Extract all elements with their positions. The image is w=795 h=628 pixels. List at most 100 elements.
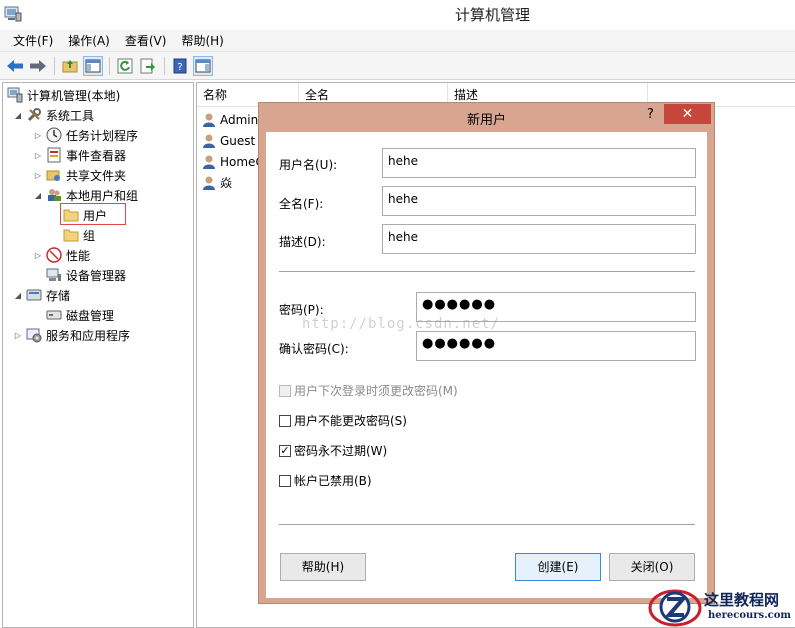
must-change-password-checkbox[interactable]: 用户下次登录时须更改密码(M) [279, 382, 458, 399]
toolbar-separator [164, 56, 165, 75]
tree-item-computer-management[interactable]: 计算机管理(本地) [7, 85, 120, 105]
show-hide-console-tree-button[interactable] [83, 55, 103, 76]
collapsed-arrow-icon[interactable]: ▷ [33, 151, 43, 160]
help-button[interactable]: 帮助(H) [280, 553, 366, 581]
account-disabled-checkbox[interactable]: 帐户已禁用(B) [279, 472, 372, 489]
fullname-label: 全名(F): [279, 197, 324, 211]
menu-file[interactable]: 文件(F) [6, 32, 61, 49]
refresh-button[interactable] [115, 56, 135, 76]
dialog-title: 新用户 [466, 113, 506, 128]
tree-label: 共享文件夹 [66, 168, 127, 183]
fullname-field[interactable]: hehe [382, 186, 696, 216]
dialog-body: 用户名(U): hehe 全名(F): hehe 描述(D): hehe 密码(… [266, 132, 707, 598]
site-logo: 这里教程网 herecours.com [646, 585, 795, 628]
back-arrow-icon [7, 59, 23, 72]
collapsed-arrow-icon[interactable]: ▷ [33, 251, 43, 260]
list-item-name: Guest [220, 133, 256, 148]
tree-label: 计算机管理(本地) [27, 88, 121, 103]
divider [279, 524, 695, 525]
password-never-expires-checkbox[interactable]: ✓ 密码永不过期(W) [279, 442, 387, 459]
shared-folder-icon [46, 170, 60, 181]
show-hide-action-pane-button[interactable] [193, 55, 213, 76]
z-logo-icon [648, 589, 702, 627]
confirm-password-field[interactable]: ●●●●●● [416, 331, 696, 361]
action-pane-icon [195, 59, 211, 72]
user-icon [203, 176, 215, 190]
help-button[interactable]: ? [170, 56, 190, 76]
forward-button[interactable] [28, 56, 48, 76]
dialog-close-button[interactable]: ✕ [664, 104, 711, 124]
create-button[interactable]: 创建(E) [515, 553, 601, 581]
console-tree-icon [85, 59, 101, 72]
tree-label: 任务计划程序 [66, 128, 139, 143]
menu-view[interactable]: 查看(V) [118, 32, 175, 49]
tree-item-services-apps[interactable]: ▷ 服务和应用程序 [13, 325, 130, 345]
description-label: 描述(D): [279, 235, 326, 249]
logo-url: herecours.com [708, 610, 792, 621]
username-field[interactable]: hehe [382, 148, 696, 178]
checkbox-box [279, 474, 291, 487]
expanded-arrow-icon[interactable]: ◢ [13, 291, 23, 300]
list-item-name: 焱 [220, 176, 233, 190]
tree-label: 性能 [66, 248, 91, 263]
user-icon [203, 113, 215, 127]
expanded-arrow-icon[interactable]: ◢ [13, 111, 23, 120]
checkbox-label: 用户不能更改密码(S) [294, 414, 407, 428]
forward-arrow-icon [30, 59, 46, 72]
confirm-password-label: 确认密码(C): [279, 342, 349, 356]
checkbox-label: 用户下次登录时须更改密码(M) [294, 384, 458, 398]
list-item[interactable]: Guest [201, 130, 255, 151]
divider [279, 271, 695, 272]
device-manager-icon [46, 268, 61, 281]
toolbar: ? [0, 52, 795, 80]
logo-text: 这里教程网 [704, 591, 780, 609]
collapsed-arrow-icon[interactable]: ▷ [33, 171, 43, 180]
toolbar-separator [109, 56, 110, 75]
tree-label: 服务和应用程序 [46, 328, 131, 343]
menu-action[interactable]: 操作(A) [61, 32, 118, 49]
event-viewer-icon [47, 147, 61, 163]
tree-label: 事件查看器 [66, 148, 127, 163]
collapsed-arrow-icon[interactable]: ▷ [13, 331, 23, 340]
tree-label: 本地用户和组 [66, 188, 139, 203]
tree-item-system-tools[interactable]: ◢ 系统工具 [13, 105, 94, 125]
tree-item-task-scheduler[interactable]: ▷ 任务计划程序 [33, 125, 138, 145]
menu-bar: 文件(F) 操作(A) 查看(V) 帮助(H) [0, 30, 795, 52]
back-button[interactable] [5, 56, 25, 76]
close-button[interactable]: 关闭(O) [609, 553, 695, 581]
collapsed-arrow-icon[interactable]: ▷ [33, 131, 43, 140]
services-icon [26, 328, 42, 343]
export-list-button[interactable] [138, 56, 158, 76]
tree-item-groups[interactable]: 组 [63, 225, 95, 245]
menu-help[interactable]: 帮助(H) [174, 32, 231, 49]
computer-management-icon [7, 87, 23, 103]
performance-icon [46, 247, 62, 263]
tree-label: 设备管理器 [66, 268, 127, 283]
tree-label: 组 [83, 228, 96, 243]
dialog-help-icon[interactable]: ? [647, 107, 654, 122]
tools-icon [27, 108, 41, 122]
list-item[interactable]: Admini [201, 109, 262, 130]
tree-item-disk-management[interactable]: 磁盘管理 [43, 305, 114, 325]
expanded-arrow-icon[interactable]: ◢ [33, 191, 43, 200]
tree-label: 磁盘管理 [66, 308, 115, 323]
checkbox-box [279, 414, 291, 427]
users-group-icon [48, 189, 61, 201]
tree-item-event-viewer[interactable]: ▷ 事件查看器 [33, 145, 126, 165]
checkbox-box [279, 384, 291, 397]
svg-text:?: ? [177, 62, 182, 73]
tree-item-performance[interactable]: ▷ 性能 [33, 245, 90, 265]
tree-item-local-users-groups[interactable]: ◢ 本地用户和组 [33, 185, 138, 205]
description-field[interactable]: hehe [382, 224, 696, 254]
folder-icon [63, 229, 79, 242]
tree-item-device-manager[interactable]: 设备管理器 [43, 265, 126, 285]
tree-item-storage[interactable]: ◢ 存储 [13, 285, 70, 305]
list-item[interactable]: HomeG [201, 151, 265, 172]
up-folder-button[interactable] [60, 56, 80, 76]
list-item[interactable]: 焱 [201, 172, 232, 193]
tree-item-shared-folders[interactable]: ▷ 共享文件夹 [33, 165, 126, 185]
user-icon [203, 134, 215, 148]
cannot-change-password-checkbox[interactable]: 用户不能更改密码(S) [279, 412, 407, 429]
list-item-name: Admini [220, 112, 262, 127]
refresh-icon [117, 58, 133, 73]
